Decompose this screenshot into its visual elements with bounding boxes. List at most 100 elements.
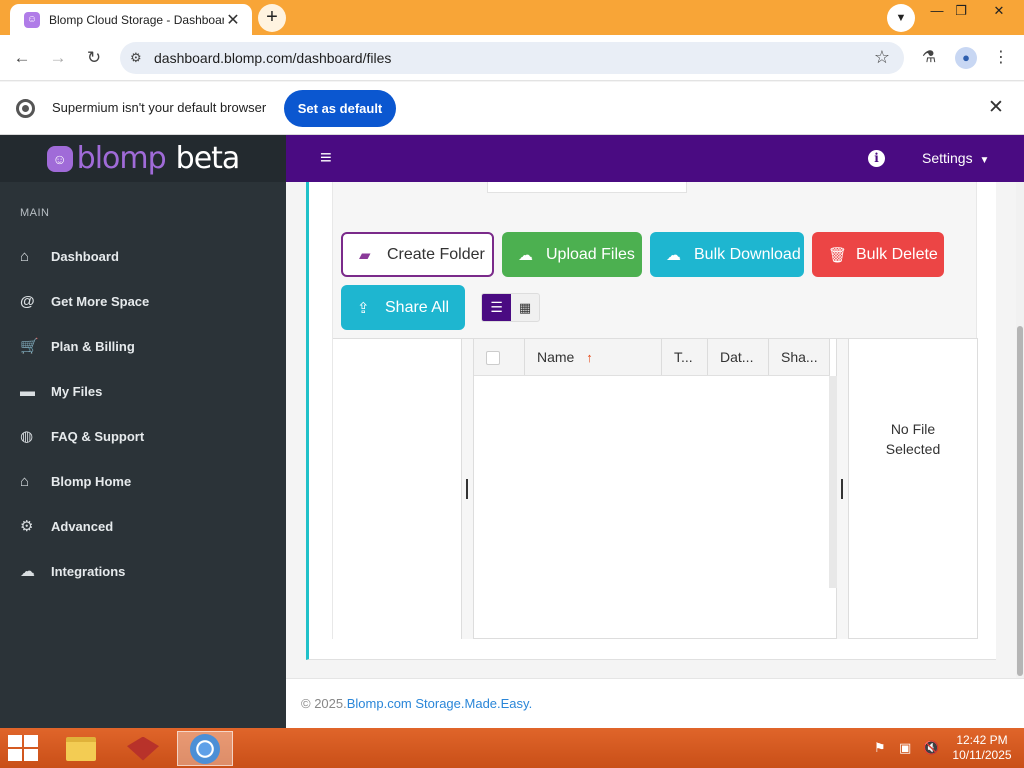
name-column-header[interactable]: Name ↑ — [525, 339, 662, 375]
user-gear-icon: ⚙ — [20, 518, 34, 535]
blomp-favicon-icon: ☺ — [24, 11, 40, 28]
sidebar-item-my-files[interactable]: ▬ My Files — [0, 371, 286, 411]
url-text: dashboard.blomp.com/dashboard/files — [154, 50, 392, 66]
sidebar-item-advanced[interactable]: ⚙ Advanced — [0, 506, 286, 546]
browser-toolbar: ← → ↻ ⚙ dashboard.blomp.com/dashboard/fi… — [0, 35, 1024, 81]
sidebar-item-label: Plan & Billing — [51, 338, 135, 354]
browser-tab[interactable]: ☺ Blomp Cloud Storage - Dashboard ✕ — [10, 4, 252, 35]
date-column-label: Dat... — [720, 349, 754, 365]
settings-label: Settings — [922, 150, 973, 166]
app-topbar: ≡ i Settings ▼ — [286, 135, 1024, 182]
right-pane-splitter[interactable] — [837, 339, 848, 639]
search-input[interactable] — [487, 182, 687, 193]
folder-plus-icon: ▰ — [359, 246, 371, 264]
new-tab-button[interactable]: + — [258, 4, 286, 32]
forward-button[interactable]: → — [45, 45, 71, 71]
sidebar-item-faq-support[interactable]: ◍ FAQ & Support — [0, 416, 286, 456]
restore-window-button[interactable]: ❐ — [946, 0, 976, 22]
browser-taskbar-button[interactable] — [177, 731, 233, 766]
sidebar-item-get-more-space[interactable]: @ Get More Space — [0, 281, 286, 321]
upload-files-button[interactable]: ☁ Upload Files — [502, 232, 642, 277]
clock-time: 12:42 PM — [956, 733, 1008, 747]
sidebar-item-blomp-home[interactable]: ⌂ Blomp Home — [0, 461, 286, 501]
close-tab-icon[interactable]: ✕ — [224, 10, 242, 30]
file-list-scrollbar[interactable] — [829, 376, 837, 588]
sidebar-item-label: Integrations — [51, 563, 126, 579]
bulk-delete-label: Bulk Delete — [856, 245, 938, 263]
home-icon: ⌂ — [20, 247, 30, 265]
view-mode-toggle: ☰ ▦ — [481, 293, 540, 322]
resize-handle[interactable] — [841, 479, 843, 499]
date-column-header[interactable]: Dat... — [708, 339, 769, 375]
files-card: ▰ Create Folder ☁ Upload Files ☁ Bulk Do… — [306, 182, 996, 660]
file-explorer-icon — [66, 736, 96, 761]
close-infobar-icon[interactable]: ✕ — [988, 96, 1004, 119]
brand-logo[interactable]: ☺ blomp beta — [0, 135, 286, 182]
select-all-checkbox[interactable] — [486, 351, 500, 365]
shared-column-label: Sha... — [781, 349, 818, 365]
back-button[interactable]: ← — [9, 45, 35, 71]
profile-avatar-icon[interactable]: ● — [955, 47, 977, 69]
type-column-header[interactable]: T... — [662, 339, 708, 375]
preview-pane: No File Selected — [848, 339, 978, 639]
volume-muted-icon[interactable]: 🔇 — [923, 740, 939, 756]
file-list-header: Name ↑ T... Dat... Sha... — [474, 339, 830, 376]
clock-date: 10/11/2025 — [952, 748, 1012, 762]
info-icon[interactable]: i — [868, 150, 885, 167]
brand-name: blomp — [76, 141, 167, 176]
at-icon: @ — [20, 292, 35, 310]
upload-files-label: Upload Files — [546, 245, 635, 263]
cloud-upload-icon: ☁ — [518, 246, 533, 264]
file-explorer-taskbar-button[interactable] — [53, 731, 109, 766]
sidebar-item-integrations[interactable]: ☁ Integrations — [0, 551, 286, 591]
bulk-download-label: Bulk Download — [694, 245, 801, 263]
reload-button[interactable]: ↻ — [81, 45, 107, 71]
bulk-delete-button[interactable]: 🗑 Bulk Delete — [812, 232, 944, 277]
browser-menu-icon[interactable]: ⋮ — [988, 45, 1014, 71]
sidebar-item-plan-billing[interactable]: 🛒 Plan & Billing — [0, 326, 286, 366]
labs-flask-icon[interactable]: ⚗ — [916, 45, 942, 71]
sidebar-item-label: My Files — [51, 383, 103, 399]
supermium-browser-icon — [190, 733, 220, 764]
preview-line-1: No File — [890, 421, 936, 437]
left-pane-splitter[interactable] — [462, 339, 473, 639]
menu-toggle-icon[interactable]: ≡ — [320, 148, 338, 168]
system-clock[interactable]: 12:42 PM 10/11/2025 — [950, 733, 1014, 763]
start-button[interactable] — [8, 735, 38, 761]
share-all-button[interactable]: ⇪ Share All — [341, 285, 465, 330]
create-folder-button[interactable]: ▰ Create Folder — [341, 232, 494, 277]
network-icon[interactable]: ▣ — [899, 740, 911, 756]
tab-search-button[interactable]: ▼ — [887, 4, 915, 32]
supermium-logo-icon — [16, 99, 35, 118]
sidebar-item-dashboard[interactable]: ⌂ Dashboard — [0, 236, 286, 276]
brand-suffix: beta — [175, 141, 241, 176]
action-center-flag-icon[interactable]: ⚑ — [874, 740, 886, 756]
settings-dropdown[interactable]: Settings ▼ — [922, 150, 989, 166]
resize-handle[interactable] — [466, 479, 468, 499]
page-scrollbar-thumb[interactable] — [1017, 326, 1023, 676]
os-taskbar: ⚑ ▣ 🔇 12:42 PM 10/11/2025 — [0, 728, 1024, 768]
footer-copyright: © 2025. — [301, 696, 347, 711]
house-icon: ⌂ — [20, 472, 30, 490]
no-file-selected-text: No File Selected — [849, 419, 977, 459]
app-taskbar-button[interactable] — [115, 731, 171, 766]
grid-view-icon[interactable]: ▦ — [511, 294, 539, 321]
close-window-button[interactable]: ✕ — [984, 0, 1014, 22]
list-view-icon[interactable]: ☰ — [482, 294, 511, 321]
select-all-column[interactable] — [474, 339, 525, 375]
bulk-download-button[interactable]: ☁ Bulk Download — [650, 232, 804, 277]
browser-tab-strip: ☺ Blomp Cloud Storage - Dashboard ✕ + ▼ … — [0, 0, 1024, 35]
page-scrollbar[interactable] — [1016, 182, 1024, 728]
sidebar-item-label: Dashboard — [51, 248, 119, 264]
default-browser-infobar: Supermium isn't your default browser Set… — [0, 82, 1024, 135]
folder-tree-pane[interactable] — [333, 339, 462, 639]
address-bar[interactable]: ⚙ dashboard.blomp.com/dashboard/files ☆ — [120, 42, 904, 74]
shared-column-header[interactable]: Sha... — [769, 339, 830, 375]
footer-text: © 2025.Blomp.com Storage.Made.Easy. — [301, 696, 532, 711]
cart-icon: 🛒 — [20, 338, 39, 355]
trash-icon: 🗑 — [828, 246, 848, 264]
footer-link[interactable]: Blomp.com Storage.Made.Easy. — [347, 696, 532, 711]
site-info-icon[interactable]: ⚙ — [130, 50, 150, 66]
set-as-default-button[interactable]: Set as default — [284, 90, 396, 127]
bookmark-star-icon[interactable]: ☆ — [874, 47, 890, 68]
